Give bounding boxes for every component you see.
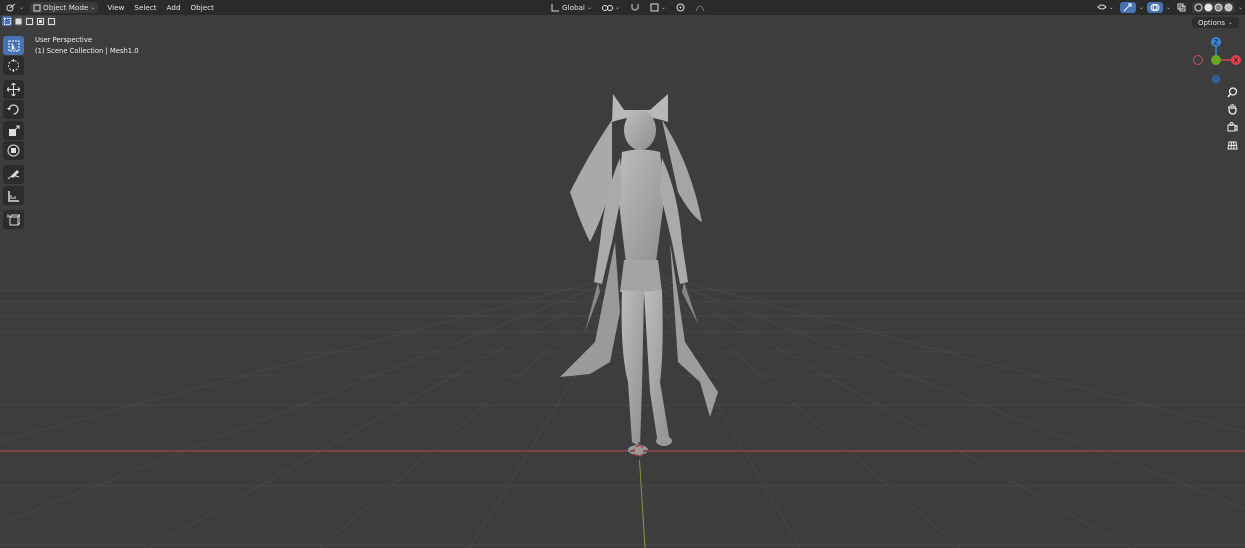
y-axis-line xyxy=(638,451,646,548)
chevron-down-icon[interactable]: ⌄ xyxy=(1139,4,1144,11)
viewport-info: User Perspective (1) Scene Collection | … xyxy=(35,35,139,57)
selection-mode-group xyxy=(2,16,56,26)
grid-ortho-icon xyxy=(1227,141,1238,149)
transform-orientation-label: Global xyxy=(562,3,585,12)
editor-type-button[interactable]: ⌄ xyxy=(3,2,27,13)
move-icon xyxy=(7,83,20,96)
select-new-icon[interactable] xyxy=(2,16,12,26)
collection-info: (1) Scene Collection | Mesh1.0 xyxy=(35,47,139,55)
chevron-down-icon: ⌄ xyxy=(90,4,96,11)
wireframe-shading-icon[interactable] xyxy=(1194,3,1203,12)
menu-add[interactable]: Add xyxy=(162,1,186,14)
camera-icon xyxy=(1227,121,1238,131)
proportional-edit-toggle[interactable] xyxy=(673,2,688,13)
rotate-icon xyxy=(7,104,19,115)
gizmo-toggle[interactable] xyxy=(1119,2,1136,13)
select-subtract-icon[interactable] xyxy=(24,16,34,26)
3d-viewport-icon xyxy=(6,3,16,12)
tool-header: Options ⌄ xyxy=(0,15,1245,29)
scale-tool[interactable] xyxy=(3,121,24,140)
gizmo-arrows-icon xyxy=(1123,3,1132,12)
navigation-gizmo[interactable]: Z X xyxy=(1188,32,1244,88)
transform-icon xyxy=(7,144,20,157)
sculpted-figure-mesh[interactable] xyxy=(550,92,730,462)
menu-view[interactable]: View xyxy=(102,1,129,14)
select-extend-icon[interactable] xyxy=(13,16,23,26)
pan-button[interactable] xyxy=(1224,101,1241,117)
xray-icon xyxy=(1177,3,1186,12)
gizmo-z-label: Z xyxy=(1214,39,1219,47)
chevron-down-icon[interactable]: ⌄ xyxy=(1238,4,1243,11)
object-mode-icon xyxy=(33,4,41,11)
selectability-icon xyxy=(1097,4,1107,10)
material-preview-icon[interactable] xyxy=(1214,3,1223,12)
mode-select[interactable]: Object Mode ⌄ xyxy=(30,2,99,13)
falloff-curve-icon xyxy=(695,5,705,12)
falloff-select[interactable] xyxy=(692,2,708,13)
annotate-tool[interactable] xyxy=(3,165,24,184)
chevron-down-icon: ⌄ xyxy=(1227,19,1233,26)
3d-cursor-icon xyxy=(630,442,648,460)
select-intersect-icon[interactable] xyxy=(46,16,56,26)
hand-pan-icon xyxy=(1228,104,1237,115)
measure-icon xyxy=(7,190,19,202)
view-name: User Perspective xyxy=(35,36,93,44)
proportional-edit-icon xyxy=(676,3,685,12)
options-button[interactable]: Options ⌄ xyxy=(1191,17,1239,28)
orientation-axes-icon xyxy=(551,4,559,12)
transform-tool[interactable] xyxy=(3,141,24,160)
rendered-shading-icon[interactable] xyxy=(1224,3,1233,12)
viewport-header: ⌄ Object Mode ⌄ View Select Add Object G… xyxy=(0,0,1245,15)
mode-label: Object Mode xyxy=(43,3,89,12)
move-tool[interactable] xyxy=(3,80,24,99)
select-difference-icon[interactable] xyxy=(35,16,45,26)
transform-orientation-select[interactable]: Global ⌄ xyxy=(548,2,595,13)
annotate-icon xyxy=(7,169,20,179)
magnet-icon xyxy=(631,4,639,11)
xray-toggle[interactable] xyxy=(1174,2,1189,13)
chevron-down-icon: ⌄ xyxy=(19,4,25,11)
ortho-toggle-button[interactable] xyxy=(1224,137,1241,153)
snap-increment-icon xyxy=(650,3,659,12)
visibility-select[interactable]: ⌄ xyxy=(1094,2,1117,13)
solid-shading-icon[interactable] xyxy=(1204,3,1213,12)
shading-modes[interactable] xyxy=(1191,2,1235,13)
add-cube-icon xyxy=(7,214,20,226)
select-box-icon xyxy=(8,40,19,51)
measure-tool[interactable] xyxy=(3,186,24,205)
menu-select[interactable]: Select xyxy=(129,1,161,14)
select-box-tool[interactable] xyxy=(3,36,24,55)
add-cube-tool[interactable] xyxy=(3,210,24,229)
pivot-icon xyxy=(601,5,613,11)
cursor-icon xyxy=(8,59,19,72)
camera-view-button[interactable] xyxy=(1224,119,1241,135)
chevron-down-icon: ⌄ xyxy=(661,4,667,11)
gizmo-y-icon xyxy=(1211,55,1221,65)
chevron-down-icon[interactable]: ⌄ xyxy=(1166,4,1171,11)
menu-object[interactable]: Object xyxy=(186,1,219,14)
zoom-icon xyxy=(1227,86,1238,97)
chevron-down-icon: ⌄ xyxy=(1108,4,1114,11)
rotate-tool[interactable] xyxy=(3,100,24,119)
options-label: Options xyxy=(1197,18,1225,27)
pivot-point-select[interactable]: ⌄ xyxy=(599,2,623,13)
gizmo-neg-x-icon xyxy=(1193,55,1203,65)
scale-icon xyxy=(8,125,19,136)
snap-toggle[interactable] xyxy=(627,2,643,13)
gizmo-neg-z-icon xyxy=(1211,74,1221,84)
overlays-icon xyxy=(1150,4,1160,11)
chevron-down-icon: ⌄ xyxy=(614,4,620,11)
chevron-down-icon: ⌄ xyxy=(586,4,592,11)
snap-target-select[interactable]: ⌄ xyxy=(647,2,669,13)
zoom-button[interactable] xyxy=(1224,84,1241,100)
cursor-tool[interactable] xyxy=(3,56,24,75)
gizmo-x-label: X xyxy=(1234,57,1239,65)
overlays-toggle[interactable] xyxy=(1146,2,1163,13)
